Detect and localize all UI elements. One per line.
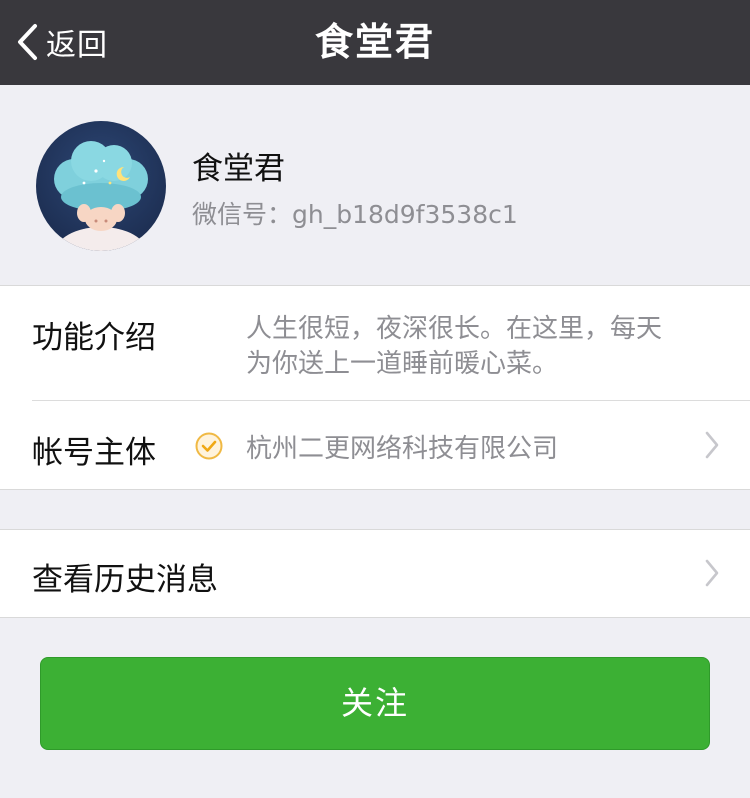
intro-text: 人生很短，夜深很长。在这里，每天 为你送上一道睡前暖心菜。 bbox=[246, 312, 662, 382]
avatar[interactable] bbox=[36, 121, 166, 251]
intro-label: 功能介绍 bbox=[32, 320, 156, 356]
chevron-right-icon bbox=[704, 430, 720, 464]
history-messages-row[interactable]: 查看历史消息 bbox=[0, 529, 750, 618]
verified-check-icon bbox=[195, 432, 223, 464]
account-info-group: 功能介绍 人生很短，夜深很长。在这里，每天 为你送上一道睡前暖心菜。 帐号主体 … bbox=[0, 285, 750, 490]
page-title: 食堂君 bbox=[314, 20, 435, 64]
wechat-id: 微信号：gh_b18d9f3538c1 bbox=[192, 195, 518, 231]
navigation-bar: 返回 食堂君 bbox=[0, 0, 750, 85]
intro-line-1: 人生很短，夜深很长。在这里，每天 bbox=[246, 314, 663, 344]
account-name: 食堂君 bbox=[192, 151, 285, 187]
wechat-id-label: 微信号： bbox=[192, 200, 293, 229]
history-messages-label: 查看历史消息 bbox=[32, 562, 218, 598]
profile-header: 食堂君 微信号：gh_b18d9f3538c1 bbox=[0, 85, 750, 285]
chevron-right-icon bbox=[704, 558, 720, 592]
account-subject-row[interactable]: 帐号主体 杭州二更网络科技有限公司 bbox=[0, 401, 750, 489]
cloud-head-avatar-icon bbox=[36, 121, 166, 251]
account-subject-label: 帐号主体 bbox=[32, 435, 156, 471]
follow-button[interactable]: 关注 bbox=[40, 657, 710, 750]
wechat-id-value: gh_b18d9f3538c1 bbox=[292, 200, 518, 229]
intro-line-2: 为你送上一道睡前暖心菜。 bbox=[246, 349, 559, 379]
account-subject-value: 杭州二更网络科技有限公司 bbox=[246, 434, 559, 464]
